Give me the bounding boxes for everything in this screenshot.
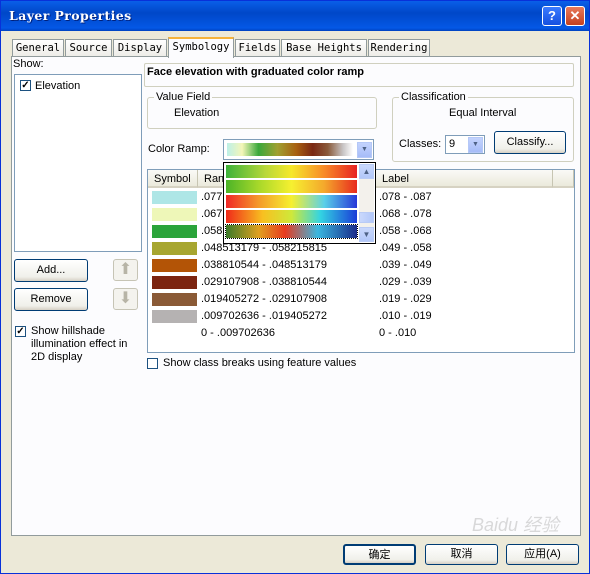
show-breaks-label: Show class breaks using feature values — [163, 357, 357, 369]
label-cell[interactable]: .078 - .087 — [379, 191, 432, 203]
color-ramp-dropdown[interactable]: ▲ ▼ — [223, 162, 376, 244]
symbol-swatch[interactable] — [152, 259, 197, 272]
range-cell: .077 — [201, 191, 223, 203]
column-header-extra — [553, 170, 574, 188]
checkbox-elevation[interactable]: ✓ — [20, 80, 31, 91]
classify-button[interactable]: Classify... — [494, 131, 566, 154]
label-cell[interactable]: .029 - .039 — [379, 276, 432, 288]
symbol-swatch[interactable] — [152, 327, 197, 340]
value-field-group: Value Field Elevation — [147, 91, 377, 129]
remove-button[interactable]: Remove — [14, 288, 88, 311]
tab-fields[interactable]: Fields — [235, 39, 280, 57]
range-cell: 0 - .009702636 — [201, 327, 276, 339]
symbol-swatch[interactable] — [152, 208, 197, 221]
tab-symbology[interactable]: Symbology — [168, 37, 234, 58]
color-ramp-label: Color Ramp: — [148, 143, 210, 155]
scroll-up-icon[interactable]: ▲ — [359, 164, 374, 179]
hillshade-line-3: 2D display — [31, 351, 83, 363]
selected-ramp-swatch — [227, 143, 353, 156]
hillshade-line-2: illumination effect in — [31, 338, 128, 350]
symbol-swatch[interactable] — [152, 293, 197, 306]
range-cell: .067 — [201, 208, 223, 220]
classes-value: 9 — [449, 138, 456, 150]
scroll-down-icon[interactable]: ▼ — [359, 227, 374, 242]
symbol-swatch[interactable] — [152, 242, 197, 255]
range-cell: .029107908 - .038810544 — [201, 276, 328, 288]
tab-base-heights[interactable]: Base Heights — [281, 39, 367, 57]
show-listbox[interactable]: ✓ Elevation — [14, 74, 142, 252]
close-button[interactable]: ✕ — [565, 6, 585, 26]
label-cell[interactable]: .049 - .058 — [379, 242, 432, 254]
add-button[interactable]: Add... — [14, 259, 88, 282]
ramp-scrollbar[interactable]: ▲ ▼ — [359, 164, 374, 242]
hillshade-label: Show hillshade illumination effect in 2D… — [31, 325, 127, 364]
apply-button[interactable]: 应用(A) — [506, 544, 579, 565]
label-cell[interactable]: .039 - .049 — [379, 259, 432, 271]
move-up-button[interactable]: ⬆ — [113, 259, 138, 281]
table-row[interactable]: 0 - .009702636 0 - .010 — [148, 325, 574, 342]
heading-box: Face elevation with graduated color ramp — [144, 63, 574, 87]
table-row[interactable]: .019405272 - .029107908 .019 - .029 — [148, 291, 574, 308]
symbology-heading: Face elevation with graduated color ramp — [147, 66, 364, 78]
tab-source[interactable]: Source — [65, 39, 112, 57]
classes-select[interactable]: 9 ▼ — [445, 135, 485, 154]
classification-method: Equal Interval — [449, 107, 517, 119]
scroll-thumb[interactable] — [359, 212, 374, 223]
table-row[interactable]: .038810544 - .048513179 .039 - .049 — [148, 257, 574, 274]
tab-general[interactable]: General — [12, 39, 64, 57]
range-cell: .019405272 - .029107908 — [201, 293, 328, 305]
help-button[interactable]: ? — [542, 6, 562, 26]
window-title: Layer Properties — [9, 8, 132, 23]
ramp-option[interactable] — [226, 195, 357, 208]
table-row[interactable]: .029107908 - .038810544 .029 - .039 — [148, 274, 574, 291]
ramp-option[interactable] — [226, 210, 357, 223]
tab-display[interactable]: Display — [113, 39, 167, 57]
value-field-value: Elevation — [174, 107, 220, 119]
tab-rendering[interactable]: Rendering — [368, 39, 430, 57]
label-cell[interactable]: 0 - .010 — [379, 327, 416, 339]
symbol-swatch[interactable] — [152, 276, 197, 289]
layer-properties-dialog: Layer Properties ? ✕ General Source Disp… — [0, 0, 590, 574]
show-label: Show: — [13, 58, 44, 70]
ramp-option[interactable] — [226, 180, 357, 193]
chevron-down-icon[interactable]: ▼ — [468, 137, 483, 153]
range-cell: .038810544 - .048513179 — [201, 259, 328, 271]
arrow-down-icon: ⬇ — [118, 290, 133, 307]
ramp-option[interactable] — [226, 165, 357, 178]
label-cell[interactable]: .019 - .029 — [379, 293, 432, 305]
ok-button[interactable]: 确定 — [343, 544, 416, 565]
symbol-swatch[interactable] — [152, 310, 197, 323]
classes-label: Classes: — [399, 138, 442, 150]
arrow-up-icon: ⬆ — [118, 261, 133, 278]
symbol-swatch[interactable] — [152, 191, 197, 204]
column-header-label[interactable]: Label — [376, 170, 553, 188]
show-item-label: Elevation — [35, 80, 81, 92]
show-list-item[interactable]: ✓ Elevation — [15, 78, 139, 94]
range-cell: .009702636 - .019405272 — [201, 310, 328, 322]
label-cell[interactable]: .010 - .019 — [379, 310, 432, 322]
title-bar[interactable]: Layer Properties ? ✕ — [1, 1, 589, 31]
symbol-swatch[interactable] — [152, 225, 197, 238]
chevron-down-icon[interactable]: ▼ — [357, 142, 372, 158]
color-ramp-select[interactable]: ▼ — [223, 139, 374, 160]
move-down-button[interactable]: ⬇ — [113, 288, 138, 310]
value-field-title: Value Field — [154, 91, 213, 103]
label-cell[interactable]: .058 - .068 — [379, 225, 432, 237]
classification-group: Classification Equal Interval Classes: 9… — [392, 91, 574, 162]
show-breaks-checkbox[interactable] — [147, 358, 158, 369]
watermark: Baidu 经验 — [471, 515, 559, 535]
hillshade-line-1: Show hillshade — [31, 325, 105, 337]
classification-title: Classification — [399, 91, 468, 103]
label-cell[interactable]: .068 - .078 — [379, 208, 432, 220]
table-row[interactable]: .009702636 - .019405272 .010 - .019 — [148, 308, 574, 325]
cancel-button[interactable]: 取消 — [425, 544, 498, 565]
column-header-symbol[interactable]: Symbol — [148, 170, 198, 188]
hillshade-checkbox[interactable]: ✓ — [15, 326, 26, 337]
range-cell: .058 — [201, 225, 223, 237]
ramp-option-selected[interactable] — [225, 224, 358, 239]
